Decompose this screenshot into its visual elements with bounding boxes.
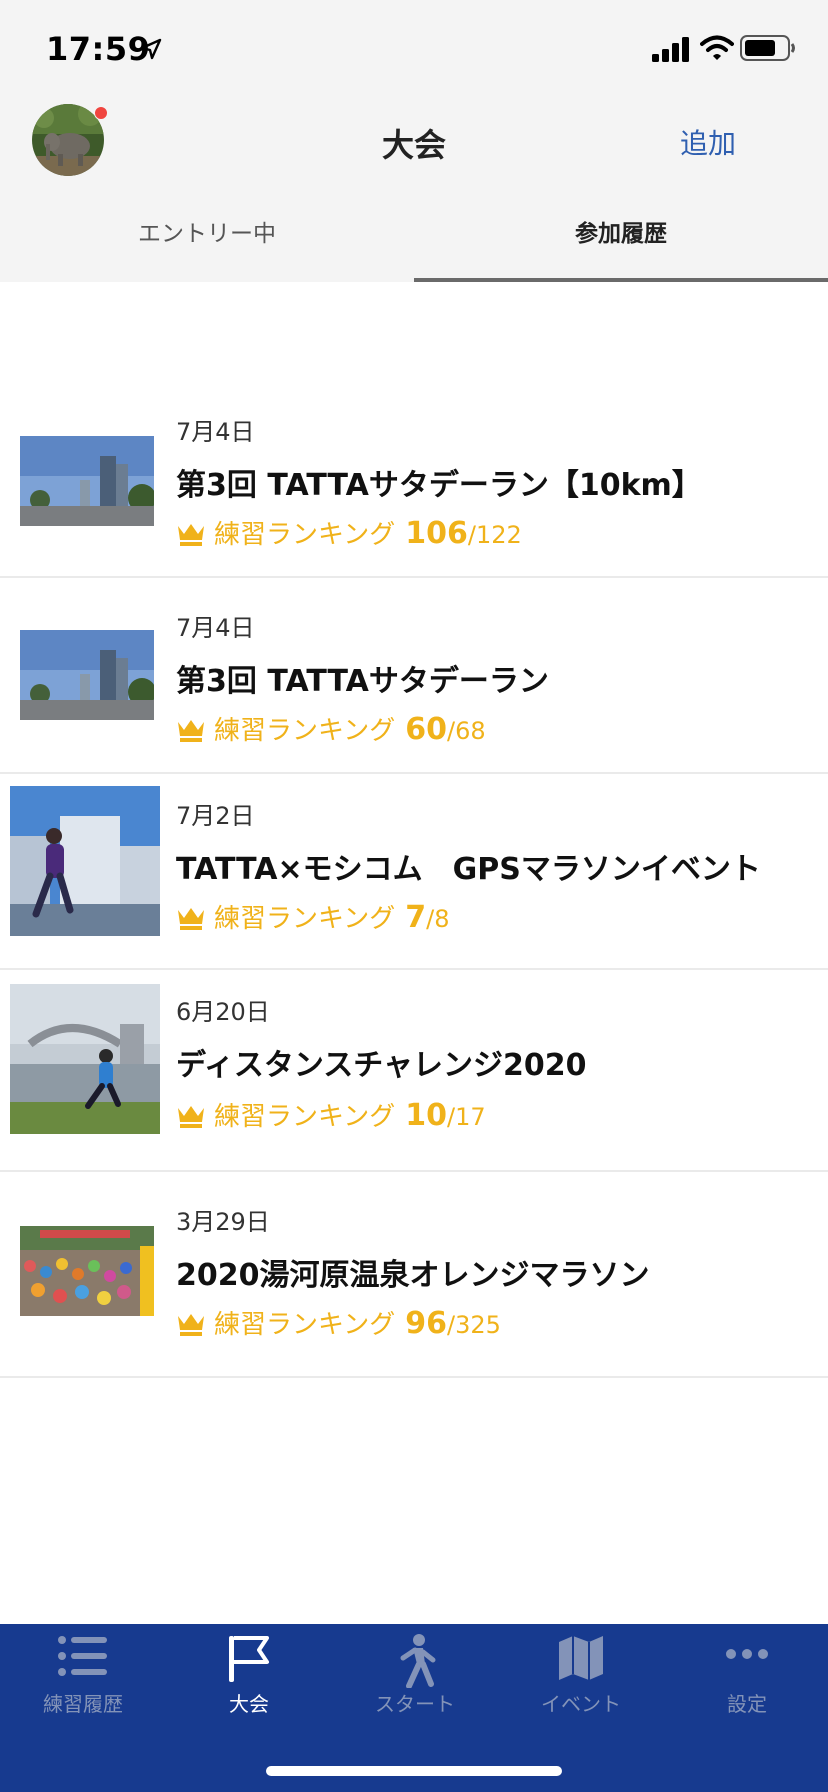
ranking-position: 10 bbox=[405, 1098, 447, 1133]
ranking-total: /68 bbox=[446, 717, 486, 745]
ranking-position: 106 bbox=[405, 516, 468, 551]
flag-icon bbox=[229, 1636, 269, 1682]
race-thumbnail bbox=[10, 786, 160, 936]
active-tab-indicator bbox=[414, 278, 828, 282]
ranking-total: /8 bbox=[426, 905, 450, 933]
race-thumbnail bbox=[10, 984, 160, 1134]
race-date: 7月4日 bbox=[176, 418, 255, 446]
race-date: 7月4日 bbox=[176, 614, 255, 642]
crown-icon bbox=[178, 523, 204, 546]
tab-events[interactable]: イベント bbox=[498, 1624, 664, 1734]
runner-icon bbox=[400, 1634, 436, 1688]
tab-history[interactable]: 参加履歴 bbox=[414, 214, 828, 282]
race-ranking: 練習ランキング 10 /17 bbox=[176, 1096, 486, 1133]
wifi-icon bbox=[700, 35, 734, 60]
nav-header: 大会 追加 エントリー中 参加履歴 bbox=[0, 96, 828, 282]
tab-start[interactable]: スタート bbox=[332, 1624, 498, 1734]
crown-icon bbox=[178, 1105, 204, 1128]
tab-entry[interactable]: エントリー中 bbox=[0, 214, 414, 282]
tab-label: イベント bbox=[541, 1692, 621, 1716]
race-list-item[interactable]: 6月20日 ディスタンスチャレンジ2020 練習ランキング 10 /17 bbox=[0, 970, 828, 1172]
race-list-item[interactable]: 3月29日 2020湯河原温泉オレンジマラソン 練習ランキング 96 /325 bbox=[0, 1172, 828, 1378]
battery-icon bbox=[740, 35, 795, 61]
race-name: ディスタンスチャレンジ2020 bbox=[176, 1048, 587, 1083]
race-date: 6月20日 bbox=[176, 998, 270, 1026]
ranking-label: 練習ランキング bbox=[214, 1102, 396, 1132]
race-name: 第3回 TATTAサタデーラン【10km】 bbox=[176, 468, 702, 503]
race-date: 7月2日 bbox=[176, 802, 255, 830]
home-indicator[interactable] bbox=[266, 1766, 562, 1776]
location-arrow-icon bbox=[140, 38, 162, 60]
race-name: 第3回 TATTAサタデーラン bbox=[176, 664, 549, 699]
ranking-label: 練習ランキング bbox=[214, 1310, 396, 1340]
ranking-total: /325 bbox=[446, 1311, 501, 1339]
race-thumbnail bbox=[20, 630, 154, 720]
ranking-label: 練習ランキング bbox=[214, 904, 396, 934]
notification-badge bbox=[94, 106, 108, 120]
tab-label: 練習履歴 bbox=[43, 1692, 123, 1716]
crown-icon bbox=[178, 1313, 204, 1336]
race-ranking: 練習ランキング 106 /122 bbox=[176, 514, 522, 551]
tab-label: 大会 bbox=[229, 1692, 269, 1716]
race-list-item[interactable]: 7月4日 第3回 TATTAサタデーラン【10km】 練習ランキング 106 /… bbox=[0, 380, 828, 578]
status-time: 17:59 bbox=[46, 30, 151, 68]
tab-settings[interactable]: 設定 bbox=[664, 1624, 828, 1734]
map-icon bbox=[559, 1636, 603, 1680]
race-thumbnail bbox=[20, 436, 154, 526]
race-thumbnail bbox=[20, 1226, 154, 1316]
race-ranking: 練習ランキング 96 /325 bbox=[176, 1304, 501, 1341]
more-icon bbox=[726, 1649, 768, 1659]
race-list-item[interactable]: 7月4日 第3回 TATTAサタデーラン 練習ランキング 60 /68 bbox=[0, 578, 828, 774]
tab-label: 設定 bbox=[727, 1692, 767, 1716]
ranking-total: /122 bbox=[467, 521, 522, 549]
race-date: 3月29日 bbox=[176, 1208, 270, 1236]
crown-icon bbox=[178, 719, 204, 742]
race-list-item[interactable]: 7月2日 TATTA×モシコム GPSマラソンイベント 練習ランキング 7 /8 bbox=[0, 774, 828, 970]
race-name: 2020湯河原温泉オレンジマラソン bbox=[176, 1258, 650, 1293]
tab-races[interactable]: 大会 bbox=[166, 1624, 332, 1734]
bottom-tab-bar: 練習履歴 大会 スタート イベント 設定 bbox=[0, 1624, 828, 1792]
ranking-label: 練習ランキング bbox=[214, 520, 396, 550]
cellular-signal-icon bbox=[652, 37, 689, 62]
add-button[interactable]: 追加 bbox=[680, 122, 736, 162]
tab-label: スタート bbox=[375, 1692, 455, 1716]
tab-practice-history[interactable]: 練習履歴 bbox=[0, 1624, 166, 1734]
race-ranking: 練習ランキング 7 /8 bbox=[176, 898, 449, 935]
ranking-total: /17 bbox=[446, 1103, 486, 1131]
race-name: TATTA×モシコム GPSマラソンイベント bbox=[176, 852, 761, 887]
race-list: 7月4日 第3回 TATTAサタデーラン【10km】 練習ランキング 106 /… bbox=[0, 380, 828, 1378]
ranking-position: 7 bbox=[405, 900, 427, 935]
ranking-position: 60 bbox=[405, 712, 447, 747]
status-bar: 17:59 bbox=[0, 0, 828, 96]
race-ranking: 練習ランキング 60 /68 bbox=[176, 710, 486, 747]
ranking-label: 練習ランキング bbox=[214, 716, 396, 746]
ranking-position: 96 bbox=[405, 1306, 447, 1341]
list-icon bbox=[58, 1636, 107, 1676]
crown-icon bbox=[178, 907, 204, 930]
